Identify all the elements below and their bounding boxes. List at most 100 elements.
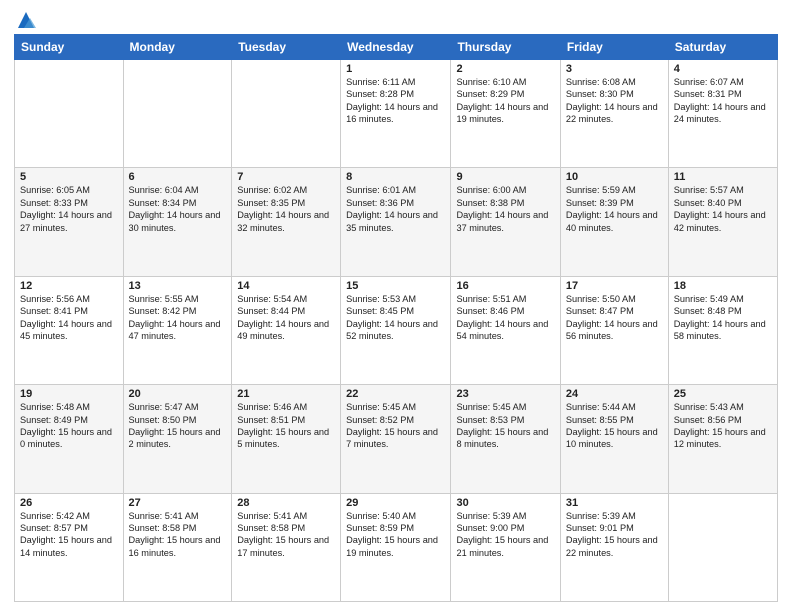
logo xyxy=(14,10,36,26)
day-number: 21 xyxy=(237,388,335,400)
day-info: Sunrise: 6:11 AM Sunset: 8:28 PM Dayligh… xyxy=(346,76,445,126)
day-number: 4 xyxy=(674,63,772,75)
calendar-cell: 17Sunrise: 5:50 AM Sunset: 8:47 PM Dayli… xyxy=(560,276,668,384)
day-number: 23 xyxy=(456,388,554,400)
calendar-cell xyxy=(668,493,777,601)
day-number: 15 xyxy=(346,280,445,292)
day-info: Sunrise: 5:51 AM Sunset: 8:46 PM Dayligh… xyxy=(456,293,554,343)
calendar-cell: 16Sunrise: 5:51 AM Sunset: 8:46 PM Dayli… xyxy=(451,276,560,384)
calendar-cell: 2Sunrise: 6:10 AM Sunset: 8:29 PM Daylig… xyxy=(451,60,560,168)
day-info: Sunrise: 5:49 AM Sunset: 8:48 PM Dayligh… xyxy=(674,293,772,343)
calendar-cell xyxy=(123,60,232,168)
logo-icon xyxy=(16,10,36,30)
day-number: 27 xyxy=(129,497,227,509)
day-number: 14 xyxy=(237,280,335,292)
day-number: 30 xyxy=(456,497,554,509)
calendar-cell: 22Sunrise: 5:45 AM Sunset: 8:52 PM Dayli… xyxy=(341,385,451,493)
day-number: 16 xyxy=(456,280,554,292)
weekday-header-monday: Monday xyxy=(123,35,232,60)
day-number: 28 xyxy=(237,497,335,509)
day-info: Sunrise: 5:50 AM Sunset: 8:47 PM Dayligh… xyxy=(566,293,663,343)
day-info: Sunrise: 6:04 AM Sunset: 8:34 PM Dayligh… xyxy=(129,184,227,234)
calendar-cell: 5Sunrise: 6:05 AM Sunset: 8:33 PM Daylig… xyxy=(15,168,124,276)
day-number: 18 xyxy=(674,280,772,292)
weekday-header-tuesday: Tuesday xyxy=(232,35,341,60)
calendar-week-3: 12Sunrise: 5:56 AM Sunset: 8:41 PM Dayli… xyxy=(15,276,778,384)
weekday-header-row: SundayMondayTuesdayWednesdayThursdayFrid… xyxy=(15,35,778,60)
day-number: 12 xyxy=(20,280,118,292)
day-number: 3 xyxy=(566,63,663,75)
day-number: 5 xyxy=(20,171,118,183)
calendar-table: SundayMondayTuesdayWednesdayThursdayFrid… xyxy=(14,34,778,602)
day-number: 7 xyxy=(237,171,335,183)
weekday-header-wednesday: Wednesday xyxy=(341,35,451,60)
day-info: Sunrise: 6:10 AM Sunset: 8:29 PM Dayligh… xyxy=(456,76,554,126)
day-info: Sunrise: 6:08 AM Sunset: 8:30 PM Dayligh… xyxy=(566,76,663,126)
calendar-cell: 3Sunrise: 6:08 AM Sunset: 8:30 PM Daylig… xyxy=(560,60,668,168)
calendar-cell: 26Sunrise: 5:42 AM Sunset: 8:57 PM Dayli… xyxy=(15,493,124,601)
day-number: 24 xyxy=(566,388,663,400)
calendar-cell: 29Sunrise: 5:40 AM Sunset: 8:59 PM Dayli… xyxy=(341,493,451,601)
day-info: Sunrise: 5:45 AM Sunset: 8:53 PM Dayligh… xyxy=(456,401,554,451)
day-info: Sunrise: 5:59 AM Sunset: 8:39 PM Dayligh… xyxy=(566,184,663,234)
calendar-week-2: 5Sunrise: 6:05 AM Sunset: 8:33 PM Daylig… xyxy=(15,168,778,276)
day-info: Sunrise: 5:41 AM Sunset: 8:58 PM Dayligh… xyxy=(129,510,227,560)
day-number: 6 xyxy=(129,171,227,183)
day-number: 22 xyxy=(346,388,445,400)
calendar-cell: 1Sunrise: 6:11 AM Sunset: 8:28 PM Daylig… xyxy=(341,60,451,168)
calendar-cell: 10Sunrise: 5:59 AM Sunset: 8:39 PM Dayli… xyxy=(560,168,668,276)
day-info: Sunrise: 5:55 AM Sunset: 8:42 PM Dayligh… xyxy=(129,293,227,343)
calendar-cell: 7Sunrise: 6:02 AM Sunset: 8:35 PM Daylig… xyxy=(232,168,341,276)
day-info: Sunrise: 6:05 AM Sunset: 8:33 PM Dayligh… xyxy=(20,184,118,234)
calendar-cell: 9Sunrise: 6:00 AM Sunset: 8:38 PM Daylig… xyxy=(451,168,560,276)
weekday-header-sunday: Sunday xyxy=(15,35,124,60)
calendar-cell: 20Sunrise: 5:47 AM Sunset: 8:50 PM Dayli… xyxy=(123,385,232,493)
calendar-cell: 11Sunrise: 5:57 AM Sunset: 8:40 PM Dayli… xyxy=(668,168,777,276)
day-info: Sunrise: 6:07 AM Sunset: 8:31 PM Dayligh… xyxy=(674,76,772,126)
day-info: Sunrise: 5:46 AM Sunset: 8:51 PM Dayligh… xyxy=(237,401,335,451)
weekday-header-saturday: Saturday xyxy=(668,35,777,60)
day-number: 10 xyxy=(566,171,663,183)
calendar-cell: 31Sunrise: 5:39 AM Sunset: 9:01 PM Dayli… xyxy=(560,493,668,601)
day-info: Sunrise: 6:01 AM Sunset: 8:36 PM Dayligh… xyxy=(346,184,445,234)
day-info: Sunrise: 5:56 AM Sunset: 8:41 PM Dayligh… xyxy=(20,293,118,343)
calendar-week-5: 26Sunrise: 5:42 AM Sunset: 8:57 PM Dayli… xyxy=(15,493,778,601)
day-info: Sunrise: 6:02 AM Sunset: 8:35 PM Dayligh… xyxy=(237,184,335,234)
day-info: Sunrise: 5:40 AM Sunset: 8:59 PM Dayligh… xyxy=(346,510,445,560)
calendar-cell: 4Sunrise: 6:07 AM Sunset: 8:31 PM Daylig… xyxy=(668,60,777,168)
calendar-cell xyxy=(232,60,341,168)
calendar-cell: 18Sunrise: 5:49 AM Sunset: 8:48 PM Dayli… xyxy=(668,276,777,384)
day-info: Sunrise: 5:47 AM Sunset: 8:50 PM Dayligh… xyxy=(129,401,227,451)
day-info: Sunrise: 5:45 AM Sunset: 8:52 PM Dayligh… xyxy=(346,401,445,451)
calendar-page: SundayMondayTuesdayWednesdayThursdayFrid… xyxy=(0,0,792,612)
day-number: 26 xyxy=(20,497,118,509)
day-info: Sunrise: 5:39 AM Sunset: 9:00 PM Dayligh… xyxy=(456,510,554,560)
day-info: Sunrise: 5:54 AM Sunset: 8:44 PM Dayligh… xyxy=(237,293,335,343)
calendar-cell: 27Sunrise: 5:41 AM Sunset: 8:58 PM Dayli… xyxy=(123,493,232,601)
calendar-cell: 15Sunrise: 5:53 AM Sunset: 8:45 PM Dayli… xyxy=(341,276,451,384)
calendar-cell: 13Sunrise: 5:55 AM Sunset: 8:42 PM Dayli… xyxy=(123,276,232,384)
day-number: 17 xyxy=(566,280,663,292)
day-number: 20 xyxy=(129,388,227,400)
day-info: Sunrise: 5:39 AM Sunset: 9:01 PM Dayligh… xyxy=(566,510,663,560)
day-number: 19 xyxy=(20,388,118,400)
day-number: 8 xyxy=(346,171,445,183)
calendar-cell: 19Sunrise: 5:48 AM Sunset: 8:49 PM Dayli… xyxy=(15,385,124,493)
calendar-cell: 21Sunrise: 5:46 AM Sunset: 8:51 PM Dayli… xyxy=(232,385,341,493)
day-number: 31 xyxy=(566,497,663,509)
calendar-cell xyxy=(15,60,124,168)
calendar-cell: 14Sunrise: 5:54 AM Sunset: 8:44 PM Dayli… xyxy=(232,276,341,384)
calendar-cell: 30Sunrise: 5:39 AM Sunset: 9:00 PM Dayli… xyxy=(451,493,560,601)
calendar-cell: 6Sunrise: 6:04 AM Sunset: 8:34 PM Daylig… xyxy=(123,168,232,276)
calendar-cell: 23Sunrise: 5:45 AM Sunset: 8:53 PM Dayli… xyxy=(451,385,560,493)
day-info: Sunrise: 5:42 AM Sunset: 8:57 PM Dayligh… xyxy=(20,510,118,560)
day-info: Sunrise: 5:41 AM Sunset: 8:58 PM Dayligh… xyxy=(237,510,335,560)
calendar-cell: 24Sunrise: 5:44 AM Sunset: 8:55 PM Dayli… xyxy=(560,385,668,493)
weekday-header-thursday: Thursday xyxy=(451,35,560,60)
day-number: 9 xyxy=(456,171,554,183)
day-info: Sunrise: 5:57 AM Sunset: 8:40 PM Dayligh… xyxy=(674,184,772,234)
day-info: Sunrise: 5:53 AM Sunset: 8:45 PM Dayligh… xyxy=(346,293,445,343)
calendar-cell: 8Sunrise: 6:01 AM Sunset: 8:36 PM Daylig… xyxy=(341,168,451,276)
calendar-week-4: 19Sunrise: 5:48 AM Sunset: 8:49 PM Dayli… xyxy=(15,385,778,493)
day-number: 13 xyxy=(129,280,227,292)
